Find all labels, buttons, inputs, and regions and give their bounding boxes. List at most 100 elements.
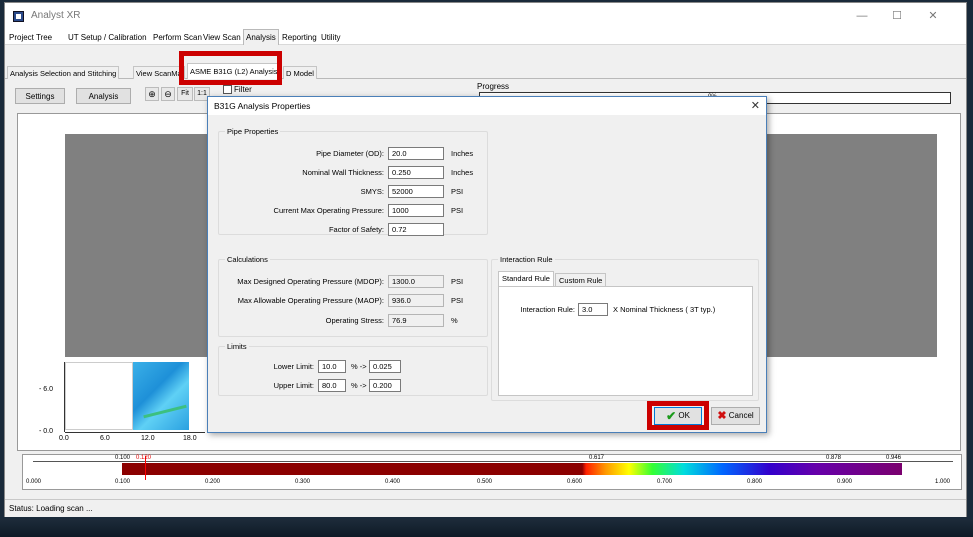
tab-utility[interactable]: Utility <box>319 31 343 44</box>
x-tick-label: 12.0 <box>141 435 155 442</box>
limits-title: Limits <box>225 342 249 351</box>
interaction-rule-title: Interaction Rule <box>498 255 555 264</box>
zoom-in-icon[interactable]: ⊕ <box>145 87 159 101</box>
colorbar-bottom-label: 0.600 <box>567 479 583 485</box>
main-tabs: Project Tree UT Setup / Calibration Perf… <box>5 29 966 45</box>
scan-blank-region <box>65 362 133 430</box>
app-title: Analyst XR <box>31 10 81 21</box>
cancel-button[interactable]: ✖ Cancel <box>711 407 760 425</box>
filter-label: Filter <box>234 85 252 94</box>
maximize-button[interactable]: ☐ <box>882 6 912 26</box>
zoom-out-icon[interactable]: ⊖ <box>161 87 175 101</box>
cancel-label: Cancel <box>728 411 754 421</box>
settings-button[interactable]: Settings <box>15 88 65 104</box>
tab-custom-rule[interactable]: Custom Rule <box>555 273 607 287</box>
dialog-close-icon[interactable]: ✕ <box>751 99 760 112</box>
x-tick-label: 6.0 <box>100 435 110 442</box>
wall-thickness-label: Nominal Wall Thickness: <box>302 168 384 177</box>
y-tick-label: - 6.0 <box>39 386 54 393</box>
colorbar-axis <box>33 461 953 462</box>
colorbar-bottom-label: 0.300 <box>295 479 311 485</box>
tab-project-tree[interactable]: Project Tree <box>7 31 54 44</box>
color-scale: 0.100 0.120 0.617 0.878 0.946 0.000 0.10… <box>22 454 962 490</box>
tab-ut-setup[interactable]: UT Setup / Calibration <box>66 31 149 44</box>
operating-stress-unit: % <box>451 316 458 325</box>
colorbar-bottom-label: 1.000 <box>935 479 951 485</box>
y-tick-label: - 0.0 <box>39 428 54 435</box>
x-tick-label: 0.0 <box>59 435 69 442</box>
maop-label: Max Allowable Operating Pressure (MAOP): <box>237 296 384 305</box>
safety-factor-input[interactable] <box>388 223 444 236</box>
tab-perform-scan[interactable]: Perform Scan <box>151 31 204 44</box>
lower-limit-result[interactable] <box>369 360 401 373</box>
pipe-diameter-label: Pipe Diameter (OD): <box>316 149 384 158</box>
colorbar-bottom-label: 0.200 <box>205 479 221 485</box>
ok-label: OK <box>678 411 690 421</box>
x-tick-label: 18.0 <box>183 435 197 442</box>
pipe-properties-title: Pipe Properties <box>225 127 281 136</box>
interaction-rule-description: X Nominal Thickness ( 3T typ.) <box>613 305 716 314</box>
progress-label: Progress <box>477 82 510 91</box>
ok-button[interactable]: ✔ OK <box>654 407 702 425</box>
analysis-button[interactable]: Analysis <box>76 88 131 104</box>
minimize-button[interactable]: — <box>847 6 877 26</box>
tab-analysis[interactable]: Analysis <box>243 29 279 45</box>
smys-unit: PSI <box>451 187 464 196</box>
interaction-rule-input[interactable] <box>578 303 608 316</box>
colorbar-top-label: 0.878 <box>826 455 842 461</box>
colorbar-gradient <box>122 463 902 475</box>
colorbar-top-label: 0.120 <box>136 455 152 461</box>
operating-stress-label: Operating Stress: <box>325 316 384 325</box>
b31g-properties-dialog: B31G Analysis Properties ✕ Pipe Properti… <box>207 96 767 433</box>
colorbar-bottom-label: 0.400 <box>385 479 401 485</box>
mdop-unit: PSI <box>451 277 464 286</box>
tab-view-scan[interactable]: View Scan <box>201 31 243 44</box>
filter-checkbox[interactable] <box>223 85 232 94</box>
operating-pressure-label: Current Max Operating Pressure: <box>273 206 384 215</box>
app-logo-icon <box>13 11 24 22</box>
desktop-taskbar <box>0 519 973 537</box>
operating-pressure-unit: PSI <box>451 206 464 215</box>
title-bar: Analyst XR — ☐ ✕ <box>5 3 966 29</box>
status-text: Status: Loading scan ... <box>9 504 93 513</box>
operating-pressure-input[interactable] <box>388 204 444 217</box>
subtab-3d-model[interactable]: D Model <box>283 66 317 79</box>
upper-limit-label: Upper Limit: <box>273 381 314 390</box>
subtab-highlight <box>179 51 282 85</box>
colorbar-bottom-label: 0.700 <box>657 479 673 485</box>
close-button[interactable]: ✕ <box>918 6 948 26</box>
upper-limit-arrow: % -> <box>351 381 367 390</box>
pipe-properties-group: Pipe Properties <box>218 127 488 235</box>
upper-limit-input[interactable] <box>318 379 346 392</box>
tab-reporting[interactable]: Reporting <box>280 31 319 44</box>
calculations-title: Calculations <box>225 255 270 264</box>
pipe-diameter-input[interactable] <box>388 147 444 160</box>
wall-thickness-unit: Inches <box>451 168 474 177</box>
cancel-x-icon: ✖ <box>717 410 727 422</box>
y-axis <box>64 362 65 432</box>
checkmark-icon: ✔ <box>666 409 677 423</box>
tab-standard-rule[interactable]: Standard Rule <box>498 271 554 287</box>
standard-rule-panel: Interaction Rule: X Nominal Thickness ( … <box>498 286 753 396</box>
colorbar-bottom-label: 0.500 <box>477 479 493 485</box>
wall-thickness-input[interactable] <box>388 166 444 179</box>
colorbar-top-label: 0.100 <box>115 455 131 461</box>
colorbar-bottom-label: 0.900 <box>837 479 853 485</box>
maop-unit: PSI <box>451 296 464 305</box>
colorbar-top-label: 0.946 <box>886 455 902 461</box>
subtab-view-scanmap[interactable]: View ScanMa <box>133 66 185 79</box>
colorbar-bottom-label: 0.000 <box>26 479 42 485</box>
smys-input[interactable] <box>388 185 444 198</box>
lower-limit-arrow: % -> <box>351 362 367 371</box>
subtab-selection-stitching[interactable]: Analysis Selection and Stitching <box>7 66 120 79</box>
mdop-value <box>388 275 444 288</box>
status-bar: Status: Loading scan ... <box>5 499 966 517</box>
fit-button[interactable]: Fit <box>177 87 193 101</box>
x-axis <box>65 432 205 433</box>
lower-limit-input[interactable] <box>318 360 346 373</box>
safety-factor-label: Factor of Safety: <box>328 225 384 234</box>
colorbar-bottom-label: 0.100 <box>115 479 131 485</box>
lower-limit-label: Lower Limit: <box>273 362 314 371</box>
dialog-title-bar: B31G Analysis Properties ✕ <box>208 97 766 115</box>
upper-limit-result[interactable] <box>369 379 401 392</box>
